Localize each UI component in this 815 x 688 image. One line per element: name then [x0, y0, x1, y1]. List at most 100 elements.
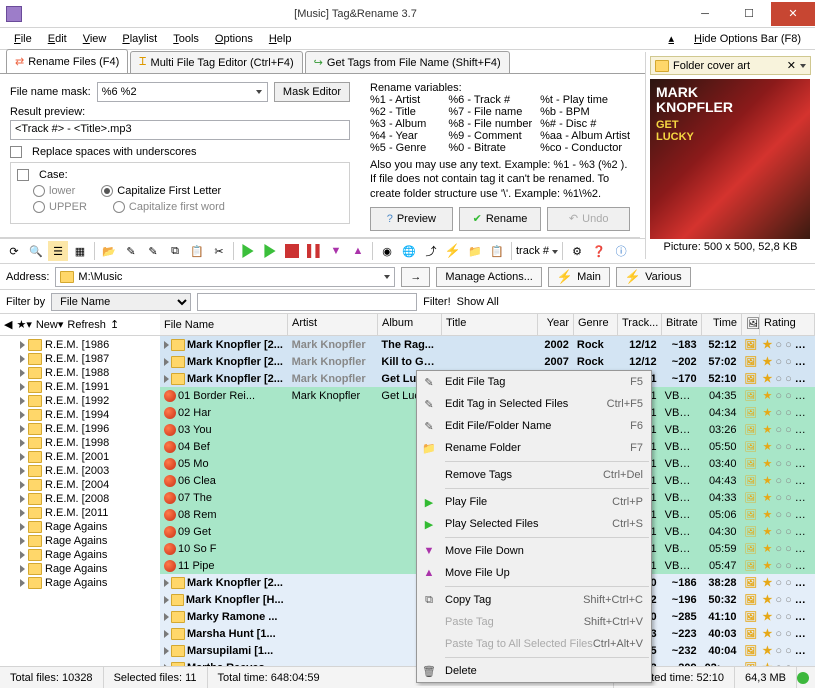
expand-icon[interactable] [164, 596, 169, 604]
expand-icon[interactable] [20, 453, 25, 461]
case-checkbox[interactable] [17, 169, 29, 181]
expand-icon[interactable] [20, 341, 25, 349]
tree-folder[interactable]: Rage Agains [0, 562, 160, 576]
menu-view[interactable]: View [75, 31, 115, 47]
col-album[interactable]: Album [378, 314, 442, 335]
help-icon[interactable]: ❓ [589, 241, 609, 261]
tree-folder[interactable]: R.E.M. [1998 [0, 436, 160, 450]
tree-up-icon[interactable]: ↥ [110, 318, 119, 331]
col-bitrate[interactable]: Bitrate [662, 314, 702, 335]
show-all-button[interactable]: Show All [457, 296, 499, 308]
tree-folder[interactable]: R.E.M. [1996 [0, 422, 160, 436]
action-icon[interactable]: ⚡ [443, 241, 463, 261]
expand-icon[interactable] [20, 397, 25, 405]
minimize-button[interactable]: ─ [683, 2, 727, 26]
expand-icon[interactable] [20, 495, 25, 503]
filter-field-select[interactable]: File Name [51, 293, 191, 311]
edit-tag-icon[interactable]: ✎ [121, 241, 141, 261]
expand-icon[interactable] [164, 341, 169, 349]
tree-fav-icon[interactable]: ★▾ [16, 318, 31, 331]
menu-edit-file-folder-name[interactable]: ✎Edit File/Folder NameF6 [417, 415, 651, 437]
radio-cap-first-letter[interactable] [101, 185, 113, 197]
tree-folder[interactable]: R.E.M. [1991 [0, 380, 160, 394]
pause-icon[interactable] [304, 241, 324, 261]
go-button[interactable]: → [401, 267, 430, 287]
filter-input[interactable] [197, 293, 417, 311]
export-icon[interactable]: ⤴ [421, 241, 441, 261]
tree-folder[interactable]: R.E.M. [2001 [0, 450, 160, 464]
move-down-icon[interactable]: ▼ [326, 241, 346, 261]
radio-lower[interactable] [33, 185, 45, 197]
col-year[interactable]: Year [538, 314, 574, 335]
col-artist[interactable]: Artist [288, 314, 378, 335]
expand-icon[interactable] [164, 630, 169, 638]
menu-playlist[interactable]: Playlist [114, 31, 165, 47]
folder-open-icon[interactable]: 📂 [99, 241, 119, 261]
clipboard-icon[interactable]: 📋 [487, 241, 507, 261]
expand-icon[interactable] [20, 439, 25, 447]
tree-folder[interactable]: R.E.M. [2003 [0, 464, 160, 478]
tree-folder[interactable]: R.E.M. [1986 [0, 338, 160, 352]
expand-icon[interactable] [20, 523, 25, 531]
tree-folder[interactable]: R.E.M. [1987 [0, 352, 160, 366]
action-main-button[interactable]: ⚡Main [548, 267, 610, 287]
track-dropdown[interactable]: track # [516, 245, 558, 257]
menu-edit[interactable]: Edit [40, 31, 75, 47]
menu-file[interactable]: File [6, 31, 40, 47]
refresh-icon[interactable]: ⟳ [4, 241, 24, 261]
stop-icon[interactable] [282, 241, 302, 261]
paste-icon[interactable]: 📋 [187, 241, 207, 261]
info-icon[interactable]: ⓘ [611, 241, 631, 261]
cut-icon[interactable]: ✂ [209, 241, 229, 261]
expand-icon[interactable] [20, 467, 25, 475]
tab-get-tags[interactable]: ↪Get Tags from File Name (Shift+F4) [305, 51, 510, 73]
radio-cap-first-word[interactable] [113, 201, 125, 213]
cd-icon[interactable]: ◉ [377, 241, 397, 261]
col-track[interactable]: Track... [618, 314, 662, 335]
menu-rename-folder[interactable]: 📁Rename FolderF7 [417, 437, 651, 459]
menu-remove-tags[interactable]: Remove TagsCtrl+Del [417, 464, 651, 486]
radio-upper[interactable] [33, 201, 45, 213]
expand-icon[interactable] [20, 411, 25, 419]
expand-icon[interactable] [164, 358, 169, 366]
rename-button[interactable]: ✔Rename [459, 207, 542, 231]
tree-folder[interactable]: Rage Agains [0, 548, 160, 562]
move-up-icon[interactable]: ▲ [348, 241, 368, 261]
view-list-icon[interactable]: ☰ [48, 241, 68, 261]
filter-button[interactable]: Filter! [423, 296, 451, 308]
menu-play-selected-files[interactable]: ▶Play Selected FilesCtrl+S [417, 513, 651, 535]
tree-folder[interactable]: R.E.M. [2008 [0, 492, 160, 506]
manage-actions-button[interactable]: Manage Actions... [436, 267, 541, 287]
address-input[interactable]: M:\Music [55, 267, 395, 287]
tree-folder[interactable]: R.E.M. [1992 [0, 394, 160, 408]
expand-icon[interactable] [164, 579, 169, 587]
preview-button[interactable]: ?Preview [370, 207, 453, 231]
expand-icon[interactable] [20, 579, 25, 587]
menu-move-file-up[interactable]: ▲Move File Up [417, 562, 651, 584]
settings-icon[interactable]: ⚙ [567, 241, 587, 261]
menu-edit-file-tag[interactable]: ✎Edit File TagF5 [417, 371, 651, 393]
menu-play-file[interactable]: ▶Play FileCtrl+P [417, 491, 651, 513]
undo-button[interactable]: ↶Undo [547, 207, 630, 231]
expand-icon[interactable] [20, 537, 25, 545]
play-sel-icon[interactable] [260, 241, 280, 261]
expand-icon[interactable] [164, 375, 169, 383]
col-title[interactable]: Title [442, 314, 538, 335]
folder-action-icon[interactable]: 📁 [465, 241, 485, 261]
tree-folder[interactable]: R.E.M. [1988 [0, 366, 160, 380]
list-row[interactable]: Mark Knopfler [2...Mark KnopflerKill to … [160, 353, 815, 370]
tree-back-icon[interactable]: ◀ [4, 318, 12, 331]
copy-icon[interactable]: ⧉ [165, 241, 185, 261]
expand-icon[interactable] [20, 565, 25, 573]
tree-folder[interactable]: R.E.M. [2011 [0, 506, 160, 520]
expand-icon[interactable] [164, 647, 169, 655]
expand-icon[interactable] [20, 425, 25, 433]
menu-help[interactable]: Help [261, 31, 300, 47]
mask-editor-button[interactable]: Mask Editor [274, 82, 350, 102]
expand-icon[interactable] [164, 613, 169, 621]
edit-multi-icon[interactable]: ✎ [143, 241, 163, 261]
expand-icon[interactable] [20, 551, 25, 559]
action-various-button[interactable]: ⚡Various [616, 267, 691, 287]
col-pic[interactable]: 🖼 [742, 314, 760, 335]
close-button[interactable]: ✕ [771, 2, 815, 26]
